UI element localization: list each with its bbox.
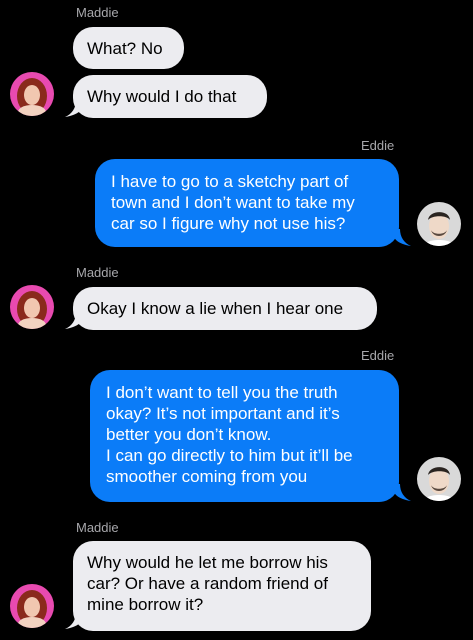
bubble-tail-icon (65, 100, 84, 117)
avatar-photo-red-hair-icon (10, 72, 54, 116)
eddie-avatar[interactable] (417, 457, 461, 501)
maddie-avatar[interactable] (10, 72, 54, 116)
sender-name-maddie: Maddie (76, 5, 119, 20)
sender-name-maddie: Maddie (76, 520, 119, 535)
avatar-photo-red-hair-icon (10, 584, 54, 628)
maddie-avatar[interactable] (10, 584, 54, 628)
incoming-message-bubble[interactable]: Okay I know a lie when I hear one (73, 287, 377, 330)
bubble-tail-icon (392, 229, 411, 246)
avatar-photo-red-hair-icon (10, 285, 54, 329)
incoming-message-bubble[interactable]: Why would he let me borrow his car? Or h… (73, 541, 371, 631)
eddie-avatar[interactable] (417, 202, 461, 246)
sender-name-eddie: Eddie (361, 348, 395, 363)
outgoing-message-bubble[interactable]: I don’t want to tell you the truth okay?… (90, 370, 399, 502)
bubble-tail-icon (65, 612, 84, 629)
sender-name-eddie: Eddie (361, 138, 395, 153)
incoming-message-bubble[interactable]: Why would I do that (73, 75, 267, 118)
maddie-avatar[interactable] (10, 285, 54, 329)
avatar-photo-dark-hair-icon (417, 457, 461, 501)
bubble-tail-icon (392, 484, 411, 501)
outgoing-message-bubble[interactable]: I have to go to a sketchy part of town a… (95, 159, 399, 247)
avatar-photo-dark-hair-icon (417, 202, 461, 246)
incoming-message-bubble[interactable]: What? No (73, 27, 184, 69)
sender-name-maddie: Maddie (76, 265, 119, 280)
bubble-tail-icon (65, 312, 84, 329)
